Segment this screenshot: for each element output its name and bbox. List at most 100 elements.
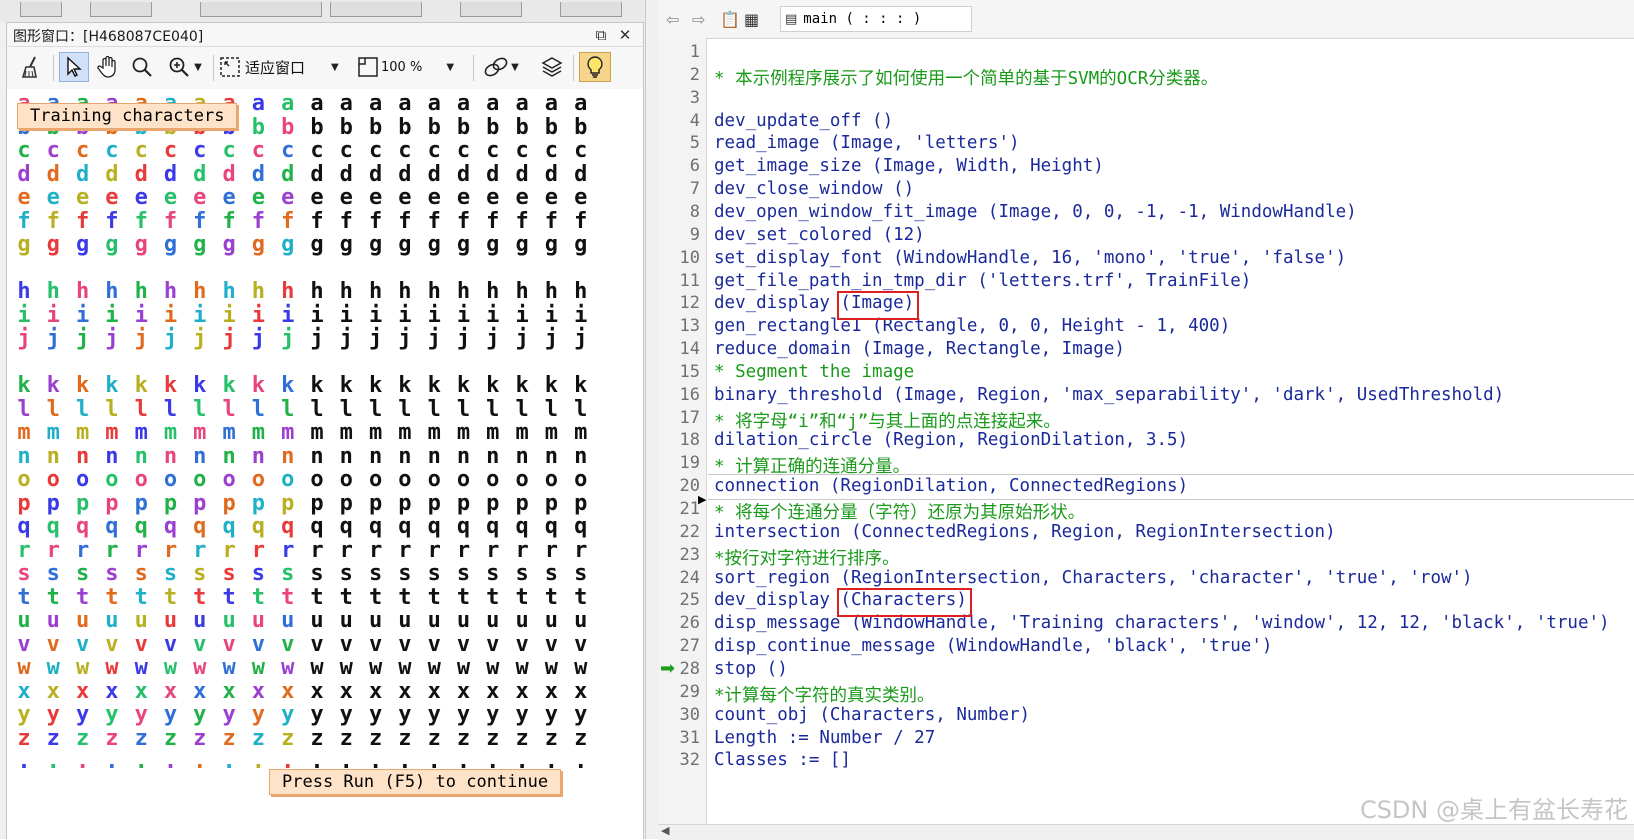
magnifier-icon [132, 57, 152, 77]
graphics-window-titlebar[interactable]: 图形窗口：[H468087CE040] ⧉ ✕ [6, 22, 644, 47]
highlight-box-image [837, 291, 920, 321]
comment-line[interactable]: * 计算正确的连通分量。 [714, 453, 910, 478]
code-line[interactable]: dev_open_window_fit_image (Image, 0, 0, … [714, 202, 1357, 222]
comment-line[interactable]: * 将每个连通分量（字符）还原为其原始形状。 [714, 499, 1085, 524]
glyph-u: u [134, 608, 148, 633]
code-line[interactable]: Classes := [] [714, 750, 851, 770]
code-line[interactable]: set_display_font (WindowHandle, 16, 'mon… [714, 248, 1346, 268]
code-line[interactable]: stop () [714, 659, 788, 679]
tips-button[interactable] [579, 52, 611, 82]
glyph-z: z [134, 725, 148, 751]
code-line[interactable]: reduce_domain (Image, Rectangle, Image) [714, 339, 1125, 359]
glyph-y: y [339, 702, 353, 727]
glyph-c: c [134, 138, 148, 163]
glyph-v: v [427, 631, 441, 657]
back-icon[interactable]: ⇦ [666, 10, 679, 29]
code-line[interactable]: sort_region (RegionIntersection, Charact… [714, 568, 1473, 588]
pointer-tool-button[interactable] [59, 52, 89, 82]
glyph-t: t [75, 584, 90, 610]
comment-line[interactable]: *按行对字符进行排序。 [714, 545, 900, 570]
graphics-toolbar: ▼ 适应窗口 ▼ 100 % ▼ ▼ [6, 46, 644, 90]
glyph-e: e [193, 185, 207, 210]
pan-tool-button[interactable] [93, 52, 123, 82]
draw-mode-dropdown[interactable]: ▼ [479, 52, 523, 82]
procedure-icon: ▤ [785, 11, 798, 27]
glyph-d: d [222, 161, 236, 187]
comment-line[interactable]: * 将字母“i”和“j”与其上面的点连接起来。 [714, 408, 1061, 433]
line-number: 10 [679, 247, 700, 268]
glyph-l: l [251, 396, 266, 422]
glyph-p: p [193, 490, 207, 516]
glyph-.: . [163, 749, 178, 774]
magnify-tool-button[interactable] [127, 52, 157, 82]
zoom-tool-button[interactable]: ▼ [163, 52, 207, 82]
glyph-d: d [281, 161, 295, 187]
comment-line[interactable]: * Segment the image [714, 362, 914, 382]
glyph-g: g [368, 232, 383, 257]
glyph-n: n [339, 443, 353, 469]
glyph-t: t [310, 584, 324, 610]
code-line[interactable]: Length := Number / 27 [714, 728, 935, 748]
code-line[interactable]: disp_continue_message (WindowHandle, 'bl… [714, 636, 1272, 656]
graphics-canvas[interactable]: aaaaaaaaaaaaaaaaaaaabbbbbbbbbbbbbbbbbbbb… [6, 89, 644, 839]
glyph-y: y [251, 702, 266, 727]
code-line[interactable]: intersection (ConnectedRegions, Region, … [714, 522, 1336, 542]
code-line[interactable]: gen_rectangle1 (Rectangle, 0, 0, Height … [714, 316, 1230, 336]
glyph-u: u [75, 608, 90, 633]
glyph-b: b [398, 114, 412, 140]
glyph-z: z [544, 725, 559, 751]
code-line[interactable]: count_obj (Characters, Number) [714, 705, 1030, 725]
glyph-f: f [310, 208, 324, 234]
glyph-x: x [486, 678, 500, 704]
procedure-selector[interactable]: ▤ main ( : : : ) [780, 6, 972, 32]
glyph-d: d [427, 161, 441, 187]
code-line[interactable]: dev_close_window () [714, 179, 914, 199]
grid-icon[interactable]: ▦ [744, 10, 759, 29]
line-number: 12 [679, 293, 700, 314]
glyph-s: s [46, 561, 60, 586]
code-line[interactable]: binary_threshold (Image, Region, 'max_se… [714, 385, 1504, 405]
glyph-e: e [310, 185, 324, 210]
code-area[interactable]: * 本示例程序展示了如何使用一个简单的基于SVM的OCR分类器。 dev_upda… [708, 38, 1634, 824]
glyph-v: v [46, 631, 60, 657]
comment-line[interactable]: *计算每个字符的真实类别。 [714, 682, 935, 707]
glyph-.: . [105, 749, 119, 774]
undock-icon[interactable]: ⧉ [591, 25, 611, 45]
code-line[interactable]: get_image_size (Image, Width, Height) [714, 156, 1104, 176]
code-line[interactable]: get_file_path_in_tmp_dir ('letters.trf',… [714, 271, 1251, 291]
glyph-p: p [486, 490, 500, 516]
forward-icon[interactable]: ⇨ [692, 10, 705, 29]
glyph-x: x [251, 678, 266, 704]
clipboard-icon[interactable]: 📋 [720, 10, 740, 29]
glyph-s: s [17, 561, 31, 586]
layers-button[interactable] [537, 52, 567, 82]
code-line[interactable]: dilation_circle (Region, RegionDilation,… [714, 430, 1188, 450]
pane-splitter[interactable] [646, 0, 658, 839]
glyph-l: l [456, 396, 471, 422]
glyph-o: o [574, 467, 588, 492]
code-line[interactable]: read_image (Image, 'letters') [714, 133, 1020, 153]
fit-window-dropdown[interactable]: 适应窗口 ▼ [219, 52, 349, 82]
glyph-d: d [368, 161, 383, 187]
glyph-q: q [427, 514, 441, 539]
code-line[interactable]: dev_set_colored (12) [714, 225, 925, 245]
line-number: 20 [679, 476, 700, 497]
glyph-x: x [427, 678, 441, 704]
glyph-c: c [251, 138, 266, 163]
line-number: 13 [679, 316, 700, 337]
glyph-q: q [339, 514, 353, 539]
clear-window-button[interactable] [17, 52, 47, 82]
comment-line[interactable]: * 本示例程序展示了如何使用一个简单的基于SVM的OCR分类器。 [714, 65, 1218, 90]
glyph-j: j [134, 326, 148, 351]
code-line[interactable]: connection (RegionDilation, ConnectedReg… [714, 476, 1188, 496]
horizontal-scrollbar[interactable]: ◀ [658, 824, 1634, 840]
glyph-q: q [398, 514, 412, 539]
code-line[interactable]: dev_update_off () [714, 111, 893, 131]
glyph-e: e [368, 185, 383, 210]
scroll-left-icon[interactable]: ◀ [661, 824, 669, 837]
zoom-level-dropdown[interactable]: 100 % ▼ [357, 52, 467, 82]
glyph-r: r [193, 537, 207, 563]
glyph-k: k [251, 373, 266, 398]
close-icon[interactable]: ✕ [615, 25, 635, 45]
glyph-x: x [105, 678, 119, 704]
